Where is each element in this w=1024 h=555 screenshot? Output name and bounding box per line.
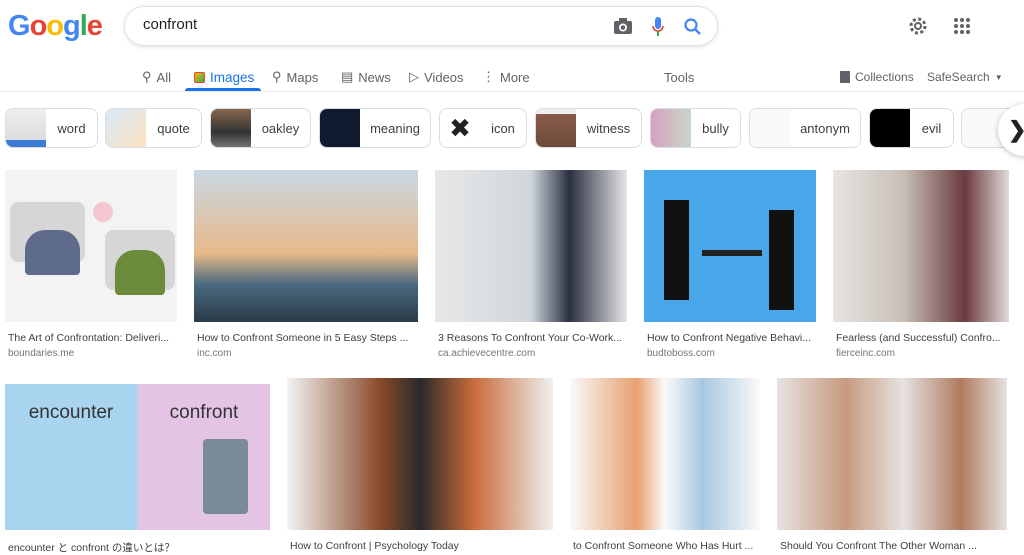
search-icon[interactable] [683, 17, 703, 37]
microphone-icon[interactable] [651, 16, 665, 38]
tab-news[interactable]: ▤ News [341, 64, 391, 90]
chip-thumbnail [211, 109, 251, 147]
result-image[interactable] [435, 170, 627, 322]
dropdown-arrow-icon: ▼ [994, 72, 1003, 82]
map-pin-icon: ⚲ [272, 69, 282, 84]
chip-thumbnail [6, 109, 46, 147]
safesearch-button[interactable]: SafeSearch ▼ [927, 64, 1003, 90]
result-domain: inc.com [197, 348, 232, 359]
result-image[interactable]: encounter confront [5, 384, 270, 530]
result-title[interactable]: How to Confront | Psychology Today [290, 540, 552, 552]
collections-button[interactable]: Collections [840, 64, 914, 90]
tab-all[interactable]: ⚲ All [142, 64, 171, 90]
result-title[interactable]: Fearless (and Successful) Confro... [836, 332, 1008, 344]
result-domain: fierceinc.com [836, 348, 895, 359]
chip-icon[interactable]: ✖ icon [439, 108, 527, 148]
result-title[interactable]: How to Confront Negative Behavi... [647, 332, 815, 344]
result-image[interactable] [5, 170, 177, 322]
tab-videos[interactable]: ▷ Videos [409, 64, 464, 90]
chip-thumbnail [320, 109, 360, 147]
result-title[interactable]: encounter と confront の違いとは？ [8, 540, 270, 555]
camera-icon[interactable] [613, 17, 633, 35]
play-icon: ▷ [409, 69, 419, 84]
result-domain: ca.achievecentre.com [438, 348, 536, 359]
chip-thumbnail [870, 109, 910, 147]
chip-bully[interactable]: bully [650, 108, 741, 148]
tab-more[interactable]: ⋮ More [482, 64, 530, 90]
chip-thumbnail [106, 109, 146, 147]
settings-gear-icon[interactable] [908, 16, 928, 36]
chip-witness[interactable]: witness [535, 108, 642, 148]
result-domain: boundaries.me [8, 348, 75, 359]
result-image[interactable] [194, 170, 418, 322]
image-icon [194, 71, 205, 83]
chip-thumbnail [750, 109, 790, 147]
search-box [124, 6, 718, 46]
bookmark-icon [840, 71, 850, 83]
result-image[interactable] [777, 378, 1007, 530]
google-logo[interactable]: Google [8, 10, 103, 43]
confront-symbol-icon: ✖ [440, 109, 480, 147]
chip-quote[interactable]: quote [105, 108, 202, 148]
result-title[interactable]: 3 Reasons To Confront Your Co-Work... [438, 332, 626, 344]
apps-grid-icon[interactable] [953, 17, 971, 35]
chip-word[interactable]: word [5, 108, 98, 148]
result-title[interactable]: The Art of Confrontation: Deliveri... [8, 332, 176, 344]
chip-evil[interactable]: evil [869, 108, 954, 148]
tools-button[interactable]: Tools [664, 64, 694, 90]
result-title[interactable]: How to Confront Someone in 5 Easy Steps … [197, 332, 417, 344]
result-image[interactable] [644, 170, 816, 322]
chip-oakley[interactable]: oakley [210, 108, 311, 148]
divider [0, 91, 1024, 92]
result-title[interactable]: Should You Confront The Other Woman ... [780, 540, 1006, 552]
chip-meaning[interactable]: meaning [319, 108, 431, 148]
chip-thumbnail [536, 109, 576, 147]
result-image[interactable] [833, 170, 1009, 322]
result-title[interactable]: to Confront Someone Who Has Hurt ... [573, 540, 759, 552]
tab-images[interactable]: Images [194, 64, 254, 90]
search-input[interactable] [143, 16, 583, 33]
chip-antonym[interactable]: antonym [749, 108, 861, 148]
result-image[interactable] [287, 378, 553, 530]
search-icon: ⚲ [142, 69, 152, 84]
more-vert-icon: ⋮ [482, 69, 495, 84]
news-icon: ▤ [341, 69, 354, 84]
result-image[interactable] [570, 378, 760, 530]
result-domain: budtoboss.com [647, 348, 715, 359]
tab-maps[interactable]: ⚲ Maps [272, 64, 318, 90]
chip-thumbnail [962, 109, 1002, 147]
chip-thumbnail [651, 109, 691, 147]
